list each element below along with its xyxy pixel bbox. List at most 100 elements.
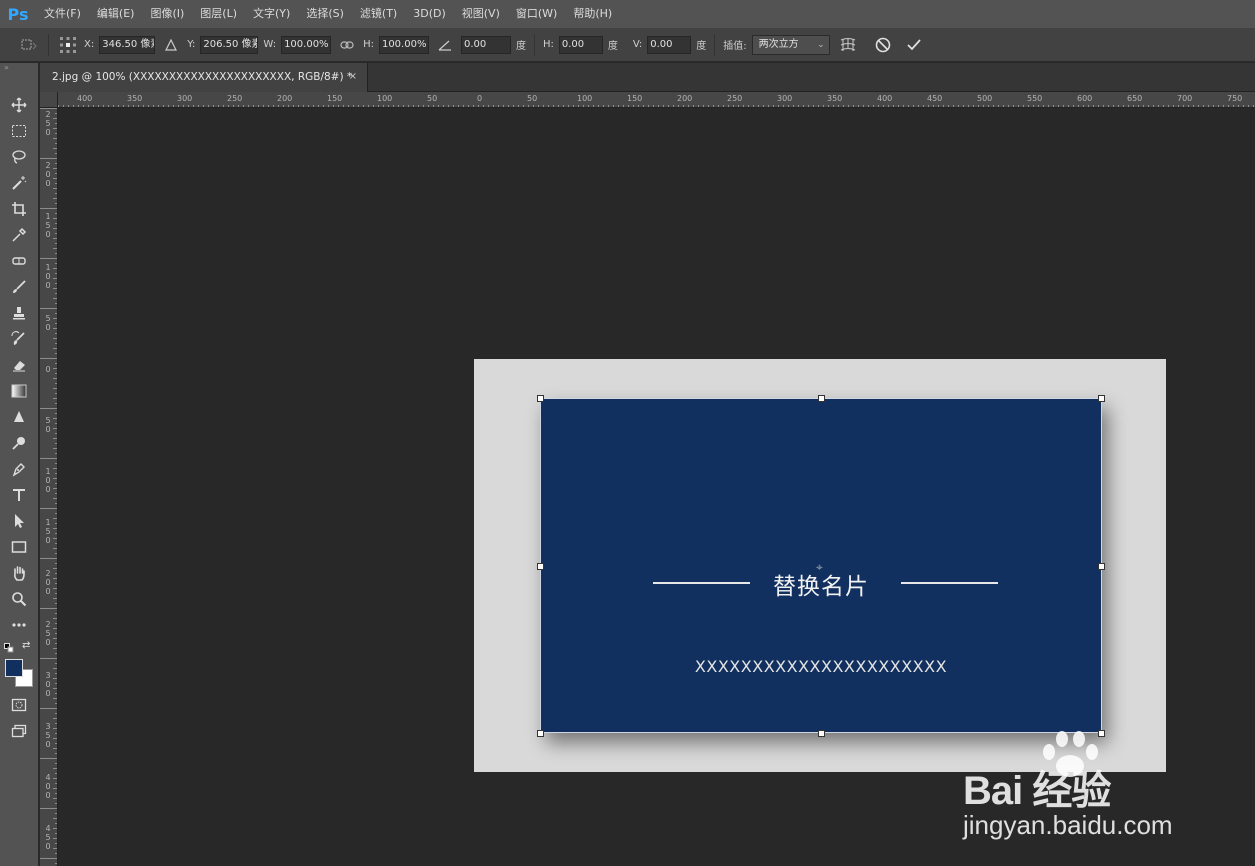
menu-filter[interactable]: 滤镜(T) (352, 0, 405, 28)
transform-handle-top-left[interactable] (537, 395, 544, 402)
path-selection-tool-icon[interactable] (6, 509, 32, 533)
cancel-transform-icon[interactable] (870, 32, 896, 58)
ruler-h-label: 50 (427, 94, 438, 103)
gradient-tool-icon[interactable] (6, 379, 32, 403)
menu-help[interactable]: 帮助(H) (565, 0, 620, 28)
ruler-h-label: 400 (77, 94, 93, 103)
ruler-corner[interactable] (40, 92, 58, 108)
title-right-line (901, 582, 998, 584)
ruler-v-label: 50 (45, 416, 51, 434)
separator (533, 33, 535, 56)
ruler-h-label: 350 (127, 94, 143, 103)
lasso-tool-icon[interactable] (6, 145, 32, 169)
ruler-h-label: 150 (327, 94, 343, 103)
skew-h-unit: 度 (607, 41, 618, 52)
type-tool-icon[interactable] (6, 483, 32, 507)
vertical-ruler[interactable]: 250 200 150 100 50 0 50 100 150 200 250 300 350 400 45… (40, 108, 58, 866)
transform-handle-right[interactable] (1098, 563, 1105, 570)
ruler-h-label: 200 (277, 94, 293, 103)
skew-v-unit: 度 (696, 41, 707, 52)
rectangle-tool-icon[interactable] (6, 535, 32, 559)
pen-tool-icon[interactable] (6, 457, 32, 481)
menu-3d[interactable]: 3D(D) (405, 0, 454, 28)
ruler-v-label: 250 (45, 110, 51, 137)
dodge-tool-icon[interactable] (6, 431, 32, 455)
menu-edit[interactable]: 编辑(E) (89, 0, 143, 28)
commit-transform-icon[interactable] (901, 32, 927, 58)
h-label: H: (363, 39, 374, 50)
width-input[interactable]: 100.00% (281, 35, 332, 54)
eraser-tool-icon[interactable] (6, 353, 32, 377)
swap-colors-icon[interactable]: ⇄ (22, 640, 30, 651)
menu-view[interactable]: 视图(V) (454, 0, 508, 28)
y-input[interactable]: 206.50 像素 (200, 35, 259, 54)
ruler-h-label: 0 (477, 94, 483, 103)
x-input[interactable]: 346.50 像素 (99, 35, 156, 54)
healing-brush-tool-icon[interactable] (6, 249, 32, 273)
marquee-tool-icon[interactable] (6, 119, 32, 143)
interpolation-label: 插值: (723, 41, 747, 52)
history-brush-tool-icon[interactable] (6, 327, 32, 351)
skew-v-input[interactable]: 0.00 (647, 35, 692, 54)
transform-handle-top-right[interactable] (1098, 395, 1105, 402)
ruler-h-label: 650 (1127, 94, 1143, 103)
move-tool-icon[interactable] (6, 93, 32, 117)
height-input[interactable]: 100.00% (378, 35, 429, 54)
clone-stamp-tool-icon[interactable] (6, 301, 32, 325)
more-tools-icon[interactable] (6, 613, 32, 637)
skew-h-label: H: (542, 39, 554, 50)
menu-type[interactable]: 文字(Y) (245, 0, 298, 28)
color-swatches: ⇄ (4, 640, 36, 687)
menu-layer[interactable]: 图层(L) (192, 0, 245, 28)
interpolation-value: 两次立方 (758, 38, 799, 50)
crop-tool-icon[interactable] (6, 197, 32, 221)
document-tab[interactable]: 2.jpg @ 100% (XXXXXXXXXXXXXXXXXXXXXX, RG… (40, 63, 368, 92)
menu-image[interactable]: 图像(I) (142, 0, 192, 28)
hand-tool-icon[interactable] (6, 561, 32, 585)
ruler-h-label: 700 (1177, 94, 1193, 103)
reference-point-icon[interactable] (57, 34, 79, 56)
chevron-down-icon: ⌄ (817, 39, 825, 50)
panel-grip-icon[interactable]: » (0, 63, 38, 75)
default-colors-icon[interactable] (4, 643, 14, 653)
ruler-v-label: 100 (45, 263, 51, 290)
magic-wand-tool-icon[interactable] (6, 171, 32, 195)
menu-window[interactable]: 窗口(W) (508, 0, 565, 28)
ruler-v-label: 450 (45, 824, 51, 851)
ruler-h-label: 100 (577, 94, 593, 103)
document-tab-title: 2.jpg @ 100% (XXXXXXXXXXXXXXXXXXXXXX, RG… (52, 71, 353, 83)
transform-handle-top[interactable] (818, 395, 825, 402)
ruler-h-label: 450 (927, 94, 943, 103)
warp-mode-icon[interactable] (835, 32, 861, 58)
brush-tool-icon[interactable] (6, 275, 32, 299)
eyedropper-tool-icon[interactable] (6, 223, 32, 247)
transform-tool-icon[interactable] (18, 34, 40, 56)
skew-v-label: V: (632, 39, 643, 50)
options-bar: X: 346.50 像素 Y: 206.50 像素 W: 100.00% H: … (0, 28, 1255, 62)
skew-h-input[interactable]: 0.00 (558, 35, 603, 54)
link-icon[interactable] (336, 34, 358, 56)
screen-mode-icon[interactable] (6, 719, 32, 743)
menu-file[interactable]: 文件(F) (36, 0, 89, 28)
ruler-h-label: 400 (877, 94, 893, 103)
ruler-v-label: 400 (45, 773, 51, 800)
delta-icon[interactable] (160, 34, 182, 56)
zoom-tool-icon[interactable] (6, 587, 32, 611)
transform-handle-bottom[interactable] (818, 730, 825, 737)
ruler-h-label: 200 (677, 94, 693, 103)
quick-mask-icon[interactable] (6, 693, 32, 717)
transform-handle-bottom-left[interactable] (537, 730, 544, 737)
baidu-watermark: Bai 经验 jingyan.baidu.com (955, 730, 1195, 840)
ruler-h-label: 300 (177, 94, 193, 103)
angle-input[interactable]: 0.00 (460, 35, 511, 54)
interpolation-select[interactable]: 两次立方 ⌄ (751, 34, 830, 55)
horizontal-ruler[interactable]: 400 350 300 250 200 150 100 50 0 50 100 150 200 250 30… (58, 92, 1255, 108)
ruler-v-label: 150 (45, 518, 51, 545)
menu-select[interactable]: 选择(S) (298, 0, 352, 28)
transform-handle-left[interactable] (537, 563, 544, 570)
transform-center-icon[interactable]: ⌖ (816, 560, 823, 575)
ruler-h-label: 50 (527, 94, 538, 103)
blur-tool-icon[interactable] (6, 405, 32, 429)
close-icon[interactable]: × (349, 63, 357, 91)
foreground-color-swatch[interactable] (5, 659, 23, 677)
